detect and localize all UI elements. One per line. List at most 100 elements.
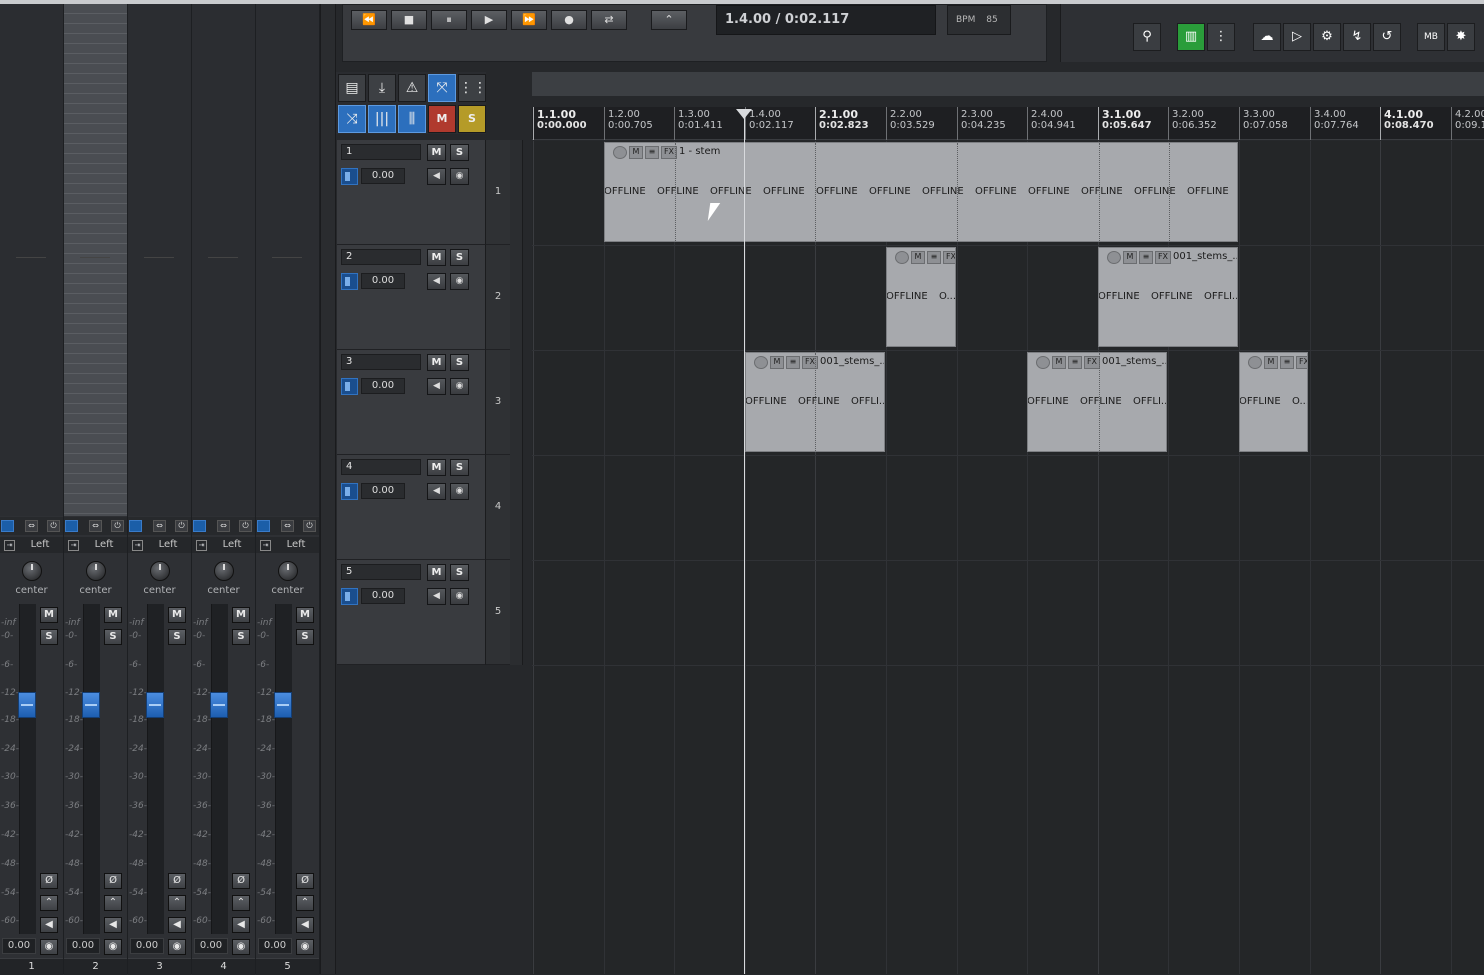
fast-forward-button[interactable]: ⏩ xyxy=(511,10,547,30)
volume-readout[interactable]: 0.00 xyxy=(258,938,292,954)
item-button-mute[interactable]: M xyxy=(770,356,784,369)
pan-knob[interactable] xyxy=(278,561,298,581)
input-icon[interactable]: ⇥ xyxy=(260,540,271,551)
new-project-icon[interactable]: ▤ xyxy=(338,74,366,102)
color-picker-icon[interactable]: ▥ xyxy=(1177,23,1205,51)
item-button-mute[interactable]: M xyxy=(1264,356,1278,369)
strip-number[interactable]: 2 xyxy=(64,958,127,975)
fx-slot-area[interactable] xyxy=(64,4,127,516)
track-speaker-icon[interactable]: ◀ xyxy=(427,168,446,185)
ruler-mark[interactable]: 1.3.00 0:01.411 xyxy=(674,107,723,140)
track-number[interactable]: 3 xyxy=(485,350,510,455)
item-button-fx[interactable]: FX xyxy=(1296,356,1307,369)
input-icon[interactable]: ⇥ xyxy=(68,540,79,551)
track-number[interactable]: 1 xyxy=(485,140,510,245)
arrange-view[interactable]: M ≡ FX 1 - stem OFFLINE OFFLINE OFFLINE OFFLINE… xyxy=(532,141,1484,974)
item-volume-knob-icon[interactable] xyxy=(1036,356,1050,369)
pan-knob[interactable] xyxy=(150,561,170,581)
speaker-icon[interactable]: ◀ xyxy=(168,917,186,933)
track-speaker-icon[interactable]: ◀ xyxy=(427,483,446,500)
item-button-take[interactable]: ≡ xyxy=(1280,356,1294,369)
track-route-button[interactable] xyxy=(341,483,358,500)
mute-button[interactable]: M xyxy=(104,607,122,623)
item-button-mute[interactable]: M xyxy=(1052,356,1066,369)
input-label[interactable]: Left xyxy=(148,539,188,550)
phase-width-button[interactable]: ⇔ xyxy=(153,520,166,532)
record-arm-icon[interactable]: ◉ xyxy=(296,939,314,955)
ruler-mark[interactable]: 2.1.00 0:02.823 xyxy=(815,107,869,140)
route2-icon[interactable]: ↺ xyxy=(1373,23,1401,51)
strip-number[interactable]: 3 xyxy=(128,958,191,975)
input-icon[interactable]: ⇥ xyxy=(4,540,15,551)
fx-power-icon[interactable]: ⏻ xyxy=(47,520,60,532)
record-button[interactable]: ● xyxy=(551,10,587,30)
input-icon[interactable]: ⇥ xyxy=(196,540,207,551)
clear-mute-icon[interactable]: M xyxy=(428,105,456,133)
fader-track[interactable] xyxy=(211,604,228,934)
track-header-5[interactable]: 5 M S 0.00 ◀ ◉ xyxy=(337,560,485,665)
track-volume-field[interactable]: 0.00 xyxy=(361,483,405,499)
mute-button[interactable]: M xyxy=(232,607,250,623)
track-record-icon[interactable]: ◉ xyxy=(450,378,469,395)
item-button-mute[interactable]: M xyxy=(911,251,925,264)
ruler-mark[interactable]: 1.2.00 0:00.705 xyxy=(604,107,653,140)
track-mute-button[interactable]: M xyxy=(427,564,446,581)
volume-fader[interactable] xyxy=(82,692,100,718)
volume-fader[interactable] xyxy=(18,692,36,718)
track-route-button[interactable] xyxy=(341,273,358,290)
track-volume-field[interactable]: 0.00 xyxy=(361,378,405,394)
item-button-take[interactable]: ≡ xyxy=(645,146,659,159)
phase-invert-icon[interactable]: Ø xyxy=(168,873,186,889)
ruler-mark[interactable]: 1.1.00 0:00.000 xyxy=(533,107,587,140)
volume-fader[interactable] xyxy=(210,692,228,718)
track-volume-field[interactable]: 0.00 xyxy=(361,588,405,604)
volume-readout[interactable]: 0.00 xyxy=(2,938,36,954)
mute-button[interactable]: M xyxy=(40,607,58,623)
media-item[interactable]: M≡FX OFFLINE O... xyxy=(886,247,956,347)
phase-width-button[interactable]: ⇔ xyxy=(217,520,230,532)
track-mute-button[interactable]: M xyxy=(427,249,446,266)
split-icon[interactable]: ⫼ xyxy=(398,105,426,133)
speaker-icon[interactable]: ◀ xyxy=(40,917,58,933)
render-icon[interactable]: ⚙ xyxy=(1313,23,1341,51)
solo-button[interactable]: S xyxy=(168,629,186,645)
fx-power-icon[interactable]: ⏻ xyxy=(175,520,188,532)
pan-knob[interactable] xyxy=(214,561,234,581)
media-item[interactable]: M ≡ FX 001_stems_... OFFLINE OFFLINE OFFLI... xyxy=(745,352,885,452)
fader-track[interactable] xyxy=(275,604,292,934)
phase-invert-icon[interactable]: Ø xyxy=(232,873,250,889)
mixer-divider[interactable] xyxy=(320,4,336,974)
track-header-2[interactable]: 2 M S 0.00 ◀ ◉ xyxy=(337,245,485,350)
track-solo-button[interactable]: S xyxy=(450,249,469,266)
mute-button[interactable]: M xyxy=(296,607,314,623)
phase-width-button[interactable]: ⇔ xyxy=(281,520,294,532)
mb-button[interactable]: MB xyxy=(1417,23,1445,51)
pan-knob[interactable] xyxy=(86,561,106,581)
io-route-button[interactable] xyxy=(257,520,270,532)
item-button-take[interactable]: ≡ xyxy=(1139,251,1153,264)
bpm-display[interactable]: BPM 85 xyxy=(947,5,1011,35)
ruler-mark[interactable]: 4.1.00 0:08.470 xyxy=(1380,107,1434,140)
media-item[interactable]: M ≡ FX 1 - stem OFFLINE OFFLINE OFFLINE OFFLINE… xyxy=(604,142,1238,242)
track-header-3[interactable]: 3 M S 0.00 ◀ ◉ xyxy=(337,350,485,455)
ruler-mark[interactable]: 2.4.00 0:04.941 xyxy=(1027,107,1076,140)
track-mute-button[interactable]: M xyxy=(427,354,446,371)
input-icon[interactable]: ⇥ xyxy=(132,540,143,551)
envelope-icon[interactable]: ⌃ xyxy=(40,895,58,911)
envelope-edit-icon[interactable]: ⤨ xyxy=(338,105,366,133)
play-button[interactable]: ▶ xyxy=(471,10,507,30)
io-route-button[interactable] xyxy=(65,520,78,532)
ruler-mark[interactable]: 4.2.00 0:09.1 xyxy=(1451,107,1484,140)
item-button-fx[interactable]: FX xyxy=(1155,251,1171,264)
strip-number[interactable]: 5 xyxy=(256,958,319,975)
track-speaker-icon[interactable]: ◀ xyxy=(427,588,446,605)
timeline-ruler[interactable]: 1.1.00 0:00.000 1.2.00 0:00.705 1.3.00 0:01.4… xyxy=(532,107,1484,140)
item-volume-knob-icon[interactable] xyxy=(754,356,768,369)
fader-track[interactable] xyxy=(83,604,100,934)
track-mute-button[interactable]: M xyxy=(427,144,446,161)
time-display[interactable]: 1.4.00 / 0:02.117 xyxy=(716,5,936,35)
star-icon[interactable]: ✸ xyxy=(1447,23,1475,51)
envelope-icon[interactable]: ⌃ xyxy=(296,895,314,911)
track-record-icon[interactable]: ◉ xyxy=(450,483,469,500)
ruler-mark[interactable]: 3.1.00 0:05.647 xyxy=(1098,107,1152,140)
